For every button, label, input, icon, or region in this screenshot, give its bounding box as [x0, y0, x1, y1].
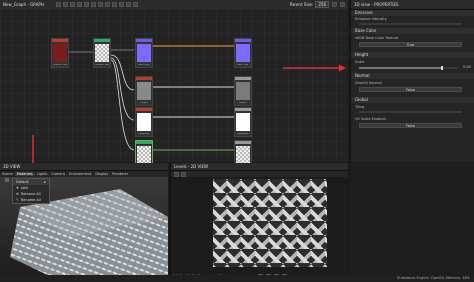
materials-dropdown: Default ▸ ✚ Add ✖ Remove All ✎ Rename Al… [12, 178, 50, 204]
menu-renderer[interactable]: Renderer [110, 172, 130, 176]
menu-materials[interactable]: Materials [14, 172, 35, 176]
fit-icon[interactable] [174, 171, 179, 177]
menu-camera[interactable]: Camera [49, 172, 67, 176]
view2d-header: Levels - 2D VIEW [171, 163, 348, 171]
view3d-panel: 3D VIEW Scene Materials Lights Camera En… [0, 163, 168, 281]
menu-display[interactable]: Display [93, 172, 110, 176]
menu-lights[interactable]: Lights [35, 172, 50, 176]
menu-environment[interactable]: Environment [67, 172, 93, 176]
zoom-icon[interactable] [181, 171, 186, 177]
add-icon: ✚ [16, 186, 19, 190]
dropdown-item-rename-all[interactable]: ✎ Rename All [13, 197, 49, 203]
texture-preview[interactable] [213, 179, 327, 267]
view2d-panel: Levels - 2D VIEW 2048 x 2048 (Grayscale,… [170, 163, 348, 281]
video-camera-icon[interactable] [5, 178, 9, 182]
view3d-title: 3D VIEW [3, 164, 21, 169]
view3d-header: 3D VIEW [0, 163, 168, 171]
empty-area [350, 163, 474, 275]
view2d-toolbar [171, 171, 348, 177]
view2d-title: Levels - 2D VIEW [174, 164, 208, 169]
chevron-right-icon: ▸ [44, 180, 46, 184]
status-bar: Substance Engine: OpenGL Memory: 16% [0, 275, 474, 281]
rename-icon: ✎ [16, 198, 19, 202]
remove-icon: ✖ [16, 192, 19, 196]
status-text: Substance Engine: OpenGL Memory: 16% [397, 276, 470, 280]
menu-scene[interactable]: Scene [0, 172, 15, 176]
